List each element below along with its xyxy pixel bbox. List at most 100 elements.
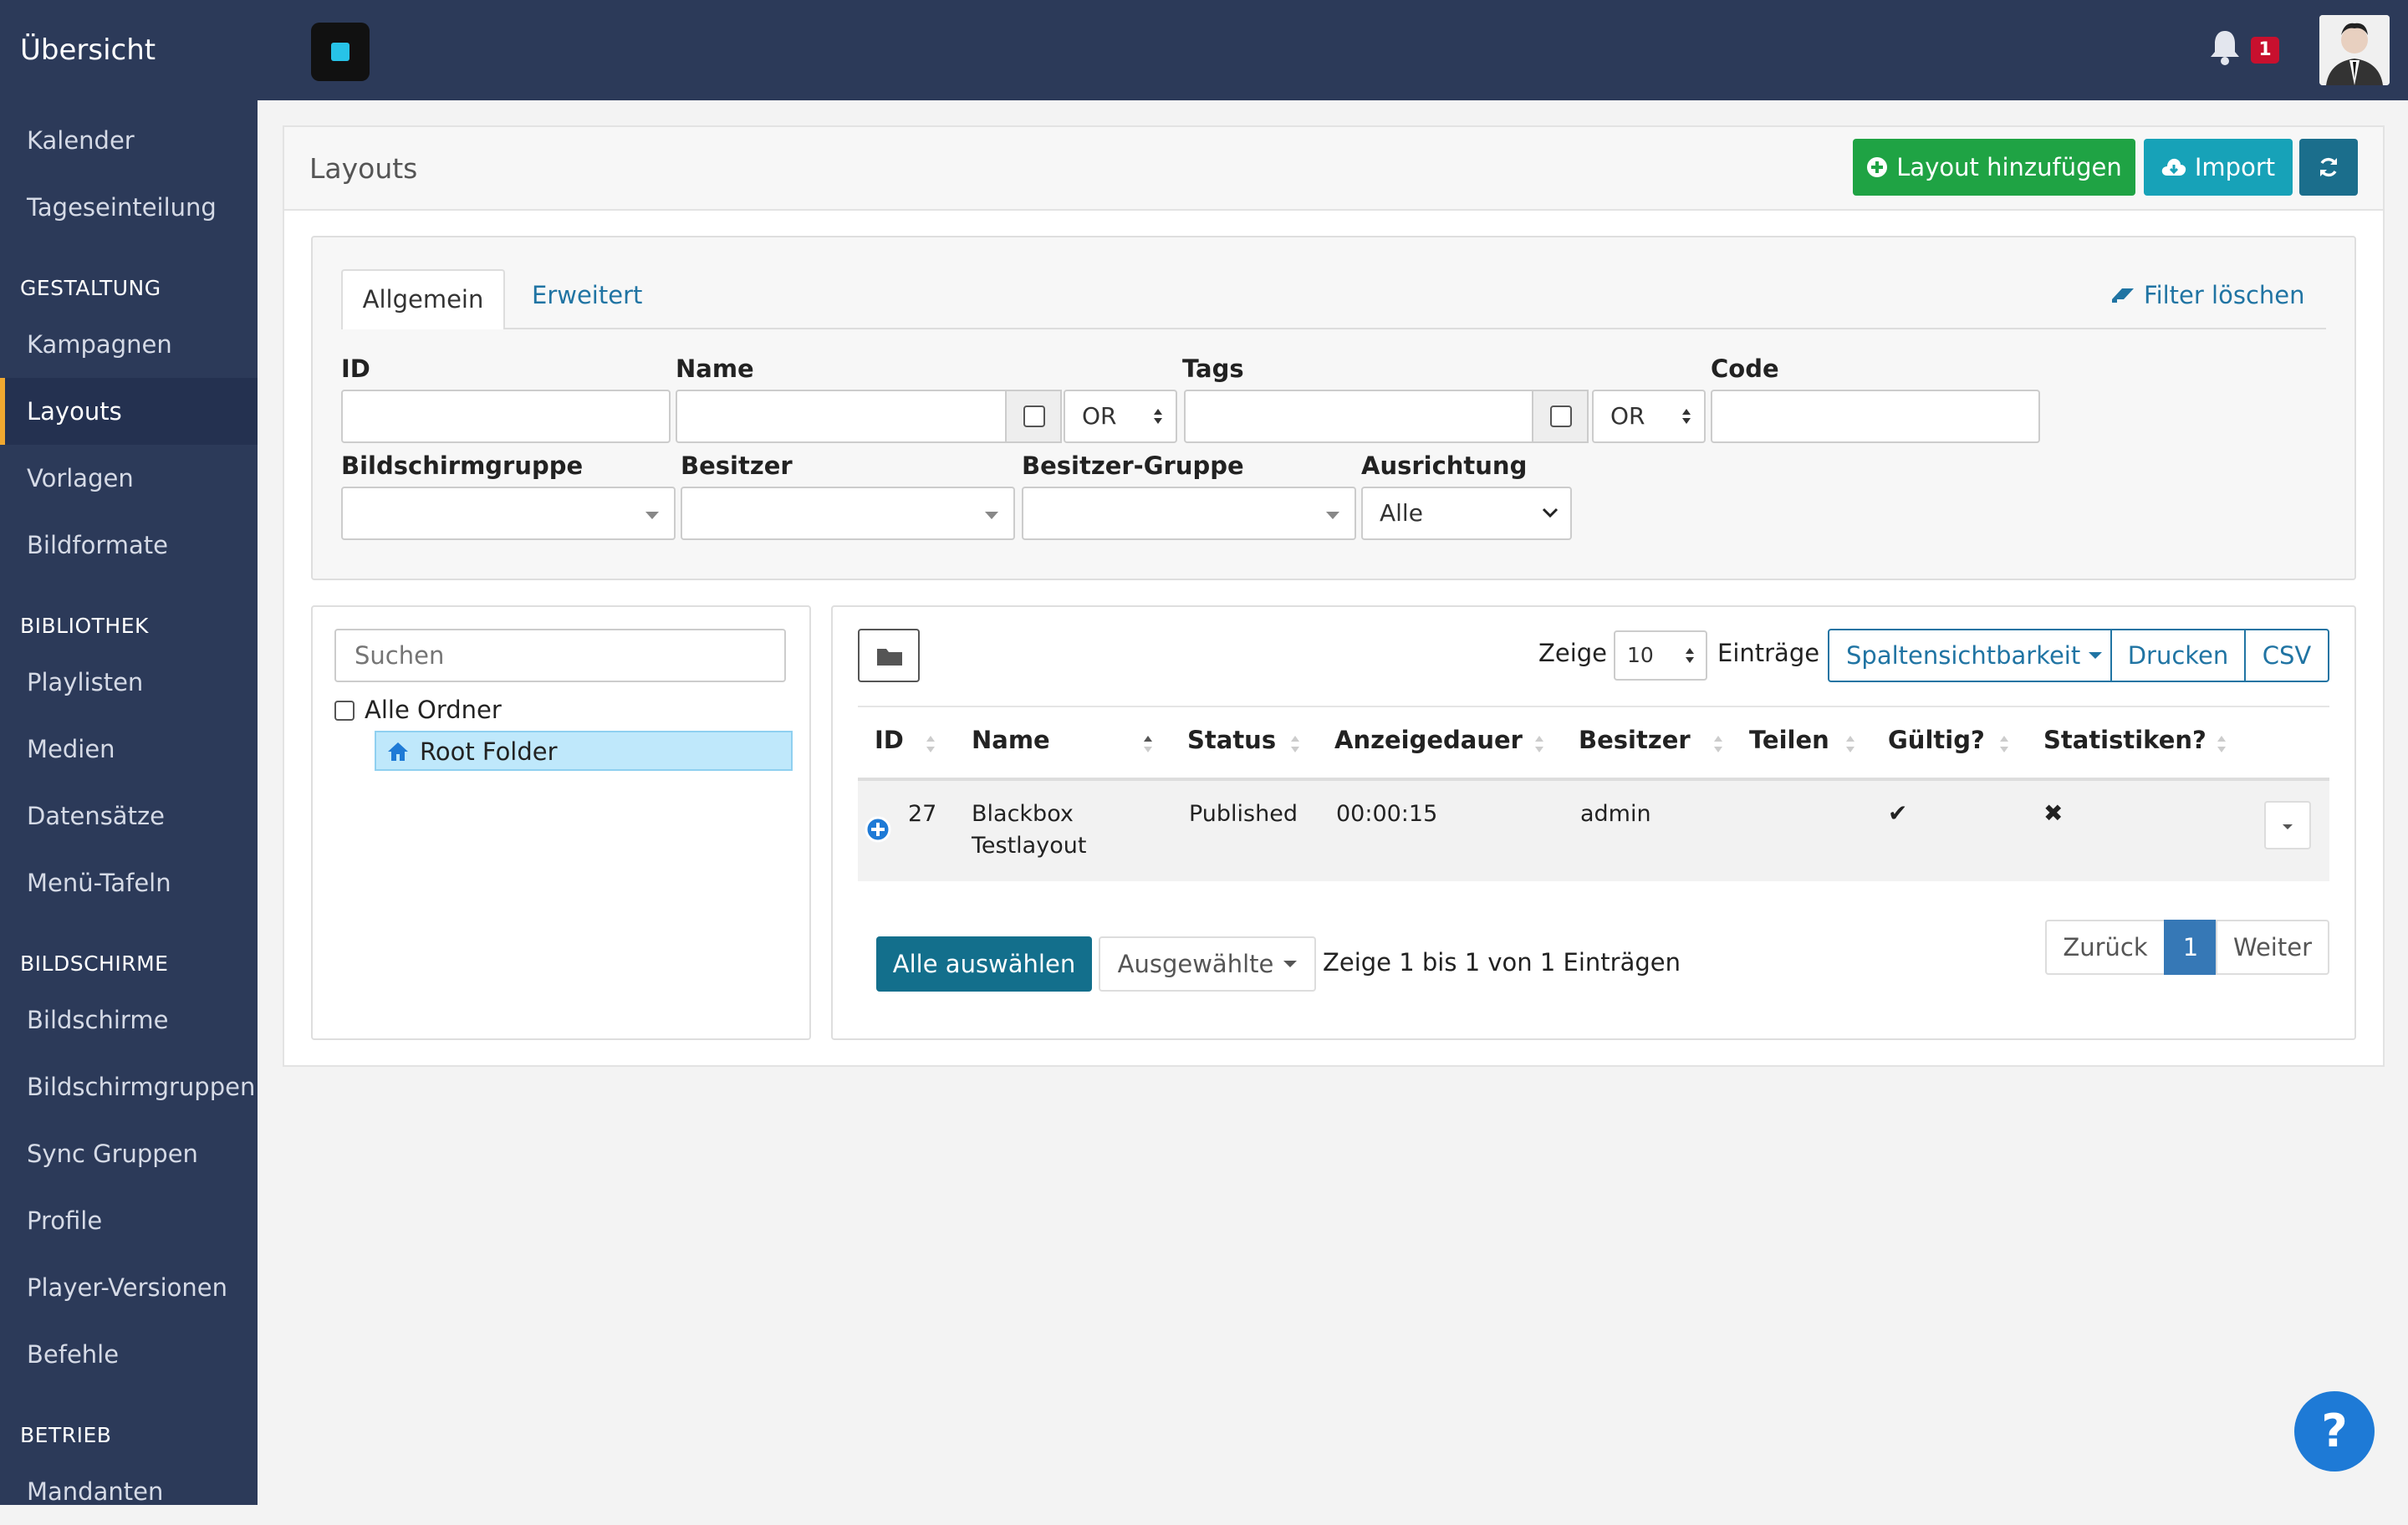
sidebar-item-datensaetze[interactable]: Datensätze bbox=[0, 783, 258, 849]
table-header-top-border bbox=[858, 706, 2329, 707]
refresh-button[interactable] bbox=[2299, 139, 2358, 196]
cell-owner: admin bbox=[1580, 801, 1651, 827]
top-bar: Übersicht 1 bbox=[0, 0, 2408, 100]
print-button[interactable]: Drucken bbox=[2110, 629, 2246, 682]
refresh-icon bbox=[2320, 157, 2337, 177]
sidebar-item-bildschirme[interactable]: Bildschirme bbox=[0, 987, 258, 1053]
sidebar-item-befehle[interactable]: Befehle bbox=[0, 1321, 258, 1388]
updown-icon bbox=[1686, 648, 1694, 663]
sort-icon bbox=[1291, 736, 1299, 752]
page-size-select[interactable]: 10 bbox=[1614, 630, 1707, 681]
sidebar-item-player-versionen[interactable]: Player-Versionen bbox=[0, 1254, 258, 1321]
name-logic-select[interactable]: OR bbox=[1064, 390, 1177, 443]
sidebar-item-mandanten[interactable]: Mandanten bbox=[0, 1458, 258, 1525]
owner-group-select[interactable] bbox=[1022, 487, 1356, 540]
col-header-owner[interactable]: Besitzer bbox=[1579, 726, 1691, 754]
cell-duration: 00:00:15 bbox=[1336, 801, 1438, 827]
import-button[interactable]: Import bbox=[2144, 139, 2293, 196]
show-label: Zeige bbox=[1538, 639, 1608, 667]
sort-icon bbox=[2000, 736, 2008, 752]
code-label: Code bbox=[1711, 354, 1779, 383]
help-button[interactable]: ? bbox=[2294, 1391, 2375, 1471]
name-regex-checkbox[interactable] bbox=[1023, 405, 1045, 427]
col-header-status[interactable]: Status bbox=[1187, 726, 1276, 754]
sidebar-item-bildschirmgruppen[interactable]: Bildschirmgruppen bbox=[0, 1053, 258, 1120]
sidebar-item-menue-tafeln[interactable]: Menü-Tafeln bbox=[0, 849, 258, 916]
name-input[interactable] bbox=[676, 390, 1007, 443]
tags-input[interactable] bbox=[1184, 390, 1533, 443]
selected-actions-button[interactable]: Ausgewählte bbox=[1099, 936, 1316, 992]
cloud-download-icon bbox=[2161, 158, 2186, 176]
tags-regex-checkbox[interactable] bbox=[1550, 405, 1572, 427]
tab-allgemein[interactable]: Allgemein bbox=[341, 269, 505, 329]
tab-erweitert[interactable]: Erweitert bbox=[532, 281, 642, 309]
caret-down-icon bbox=[1283, 961, 1298, 967]
orientation-select[interactable]: Alle bbox=[1361, 487, 1572, 540]
pagination-prev[interactable]: Zurück bbox=[2045, 920, 2166, 975]
app-title[interactable]: Übersicht bbox=[20, 0, 156, 100]
owner-select[interactable] bbox=[681, 487, 1015, 540]
sidebar-item-profile[interactable]: Profile bbox=[0, 1187, 258, 1254]
owner-group-label: Besitzer-Gruppe bbox=[1022, 451, 1244, 480]
pagination-next[interactable]: Weiter bbox=[2216, 920, 2329, 975]
tags-regex-addon bbox=[1532, 390, 1589, 443]
owner-label: Besitzer bbox=[681, 451, 793, 480]
user-avatar[interactable] bbox=[2319, 15, 2390, 85]
root-folder-node[interactable]: Root Folder bbox=[375, 731, 793, 771]
sidebar-item-playlisten[interactable]: Playlisten bbox=[0, 649, 258, 716]
col-header-share[interactable]: Teilen bbox=[1749, 726, 1829, 754]
display-group-select[interactable] bbox=[341, 487, 676, 540]
cell-name-line1: Blackbox bbox=[972, 801, 1074, 827]
id-input[interactable] bbox=[341, 390, 671, 443]
add-layout-button[interactable]: Layout hinzufügen bbox=[1853, 139, 2135, 196]
sidebar-item-tageseinteilung[interactable]: Tageseinteilung bbox=[0, 174, 258, 241]
folder-toggle-button[interactable] bbox=[858, 629, 920, 682]
app-logo[interactable] bbox=[311, 23, 370, 81]
orientation-value: Alle bbox=[1380, 499, 1423, 527]
code-input[interactable] bbox=[1711, 390, 2040, 443]
folder-search-input[interactable] bbox=[334, 629, 786, 682]
notification-badge: 1 bbox=[2251, 37, 2279, 64]
sort-icon bbox=[1846, 736, 1854, 752]
folder-icon bbox=[877, 649, 902, 666]
orientation-label: Ausrichtung bbox=[1361, 451, 1528, 480]
pagination-page-1[interactable]: 1 bbox=[2164, 920, 2217, 975]
chevron-down-icon bbox=[985, 512, 998, 519]
sidebar-item-sync-gruppen[interactable]: Sync Gruppen bbox=[0, 1120, 258, 1187]
col-header-stats[interactable]: Statistiken? bbox=[2043, 726, 2206, 754]
csv-button[interactable]: CSV bbox=[2244, 629, 2329, 682]
expand-row-icon[interactable] bbox=[865, 816, 891, 843]
sidebar-item-medien[interactable]: Medien bbox=[0, 716, 258, 783]
tags-logic-select[interactable]: OR bbox=[1592, 390, 1706, 443]
page-title: Layouts bbox=[309, 152, 418, 185]
chevron-down-icon bbox=[1326, 512, 1339, 519]
clear-filter-link[interactable]: Filter löschen bbox=[2110, 281, 2305, 309]
column-visibility-button[interactable]: Spaltensichtbarkeit bbox=[1828, 629, 2112, 682]
sidebar-heading-gestaltung: GESTALTUNG bbox=[20, 276, 161, 300]
sidebar-item-vorlagen[interactable]: Vorlagen bbox=[0, 445, 258, 512]
name-logic-value: OR bbox=[1082, 402, 1117, 430]
all-folders-checkbox[interactable] bbox=[334, 701, 355, 721]
updown-icon bbox=[1154, 409, 1162, 424]
all-folders-label[interactable]: Alle Ordner bbox=[365, 696, 502, 724]
col-header-duration[interactable]: Anzeigedauer bbox=[1334, 726, 1523, 754]
cell-name-line2: Testlayout bbox=[972, 833, 1087, 859]
root-folder-label: Root Folder bbox=[420, 737, 558, 766]
sort-asc-icon bbox=[1144, 736, 1152, 752]
col-header-valid[interactable]: Gültig? bbox=[1888, 726, 1985, 754]
entries-label: Einträge bbox=[1717, 639, 1820, 667]
sidebar-item-kampagnen[interactable]: Kampagnen bbox=[0, 311, 258, 378]
row-actions-button[interactable] bbox=[2264, 801, 2311, 849]
table-row[interactable]: 27 Blackbox Testlayout Published 00:00:1… bbox=[858, 781, 2329, 881]
plus-circle-icon bbox=[1867, 157, 1888, 177]
sidebar-item-bildformate[interactable]: Bildformate bbox=[0, 512, 258, 579]
select-all-button[interactable]: Alle auswählen bbox=[876, 936, 1092, 992]
sidebar-item-kalender[interactable]: Kalender bbox=[0, 107, 258, 174]
col-header-id[interactable]: ID bbox=[875, 726, 904, 754]
bell-icon[interactable] bbox=[2207, 28, 2242, 65]
id-label: ID bbox=[341, 354, 370, 383]
filter-tabs-divider bbox=[341, 328, 2326, 329]
col-header-name[interactable]: Name bbox=[972, 726, 1050, 754]
tags-logic-value: OR bbox=[1610, 402, 1645, 430]
sidebar-item-layouts[interactable]: Layouts bbox=[0, 378, 258, 445]
